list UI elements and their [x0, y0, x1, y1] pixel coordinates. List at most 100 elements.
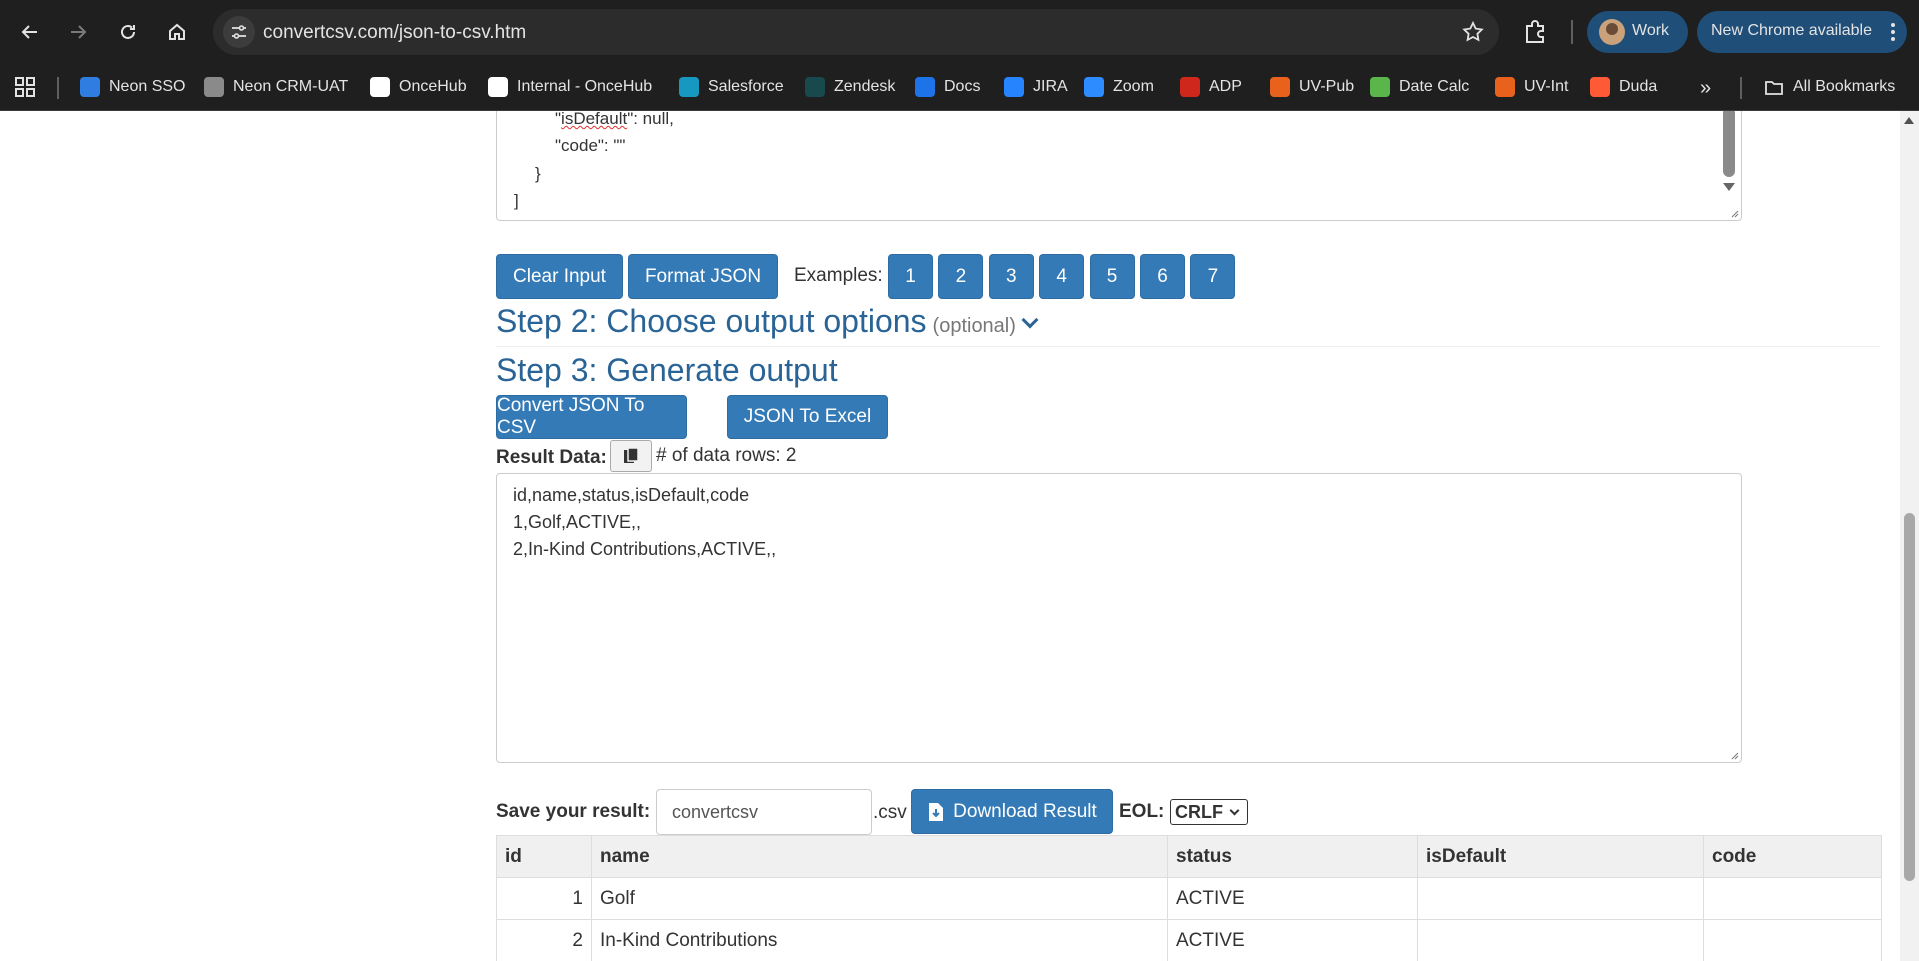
clipboard-icon: [624, 447, 639, 463]
result-data-label: Result Data:: [496, 447, 607, 468]
home-button[interactable]: [159, 14, 195, 50]
avatar: [1599, 19, 1625, 45]
scroll-down-icon[interactable]: [1723, 183, 1735, 191]
all-bookmarks[interactable]: All Bookmarks: [1764, 75, 1895, 99]
clear-input-button[interactable]: Clear Input: [496, 254, 623, 299]
json-line: }: [535, 164, 541, 183]
browser-toolbar: convertcsv.com/json-to-csv.htm Work New …: [0, 0, 1919, 64]
table-header[interactable]: id: [496, 835, 592, 878]
chrome-update-button[interactable]: New Chrome available: [1697, 11, 1907, 53]
toolbar-divider: [1571, 20, 1573, 44]
globe-icon: [204, 77, 224, 97]
step2-title[interactable]: Step 2: Choose output options (optional): [496, 303, 1039, 340]
bookmark-item[interactable]: Duda: [1590, 75, 1657, 99]
bookmark-item[interactable]: UV-Pub: [1270, 75, 1354, 99]
example-button[interactable]: 7: [1190, 254, 1236, 299]
bookmark-item[interactable]: Docs: [915, 75, 980, 99]
table-cell: ACTIVE: [1167, 877, 1418, 920]
bookmark-label: Neon SSO: [109, 78, 186, 95]
step2-title-text: Step 2: Choose output options: [496, 303, 927, 339]
extensions-icon[interactable]: [1519, 16, 1551, 48]
divider: [496, 346, 1880, 347]
table-cell: In-Kind Contributions: [591, 919, 1168, 961]
json-line: "code": "": [555, 136, 626, 155]
neon-icon: [80, 77, 100, 97]
chevron-down-icon: [1021, 311, 1039, 329]
bookmark-item[interactable]: UV-Int: [1495, 75, 1568, 99]
bookmark-item[interactable]: Neon CRM-UAT: [204, 75, 348, 99]
table-header[interactable]: status: [1167, 835, 1418, 878]
example-button[interactable]: 6: [1140, 254, 1185, 299]
page-scrollbar-thumb[interactable]: [1904, 513, 1915, 881]
bookmark-item[interactable]: Date Calc: [1370, 75, 1469, 99]
convert-json-to-csv-button[interactable]: Convert JSON To CSV: [496, 395, 687, 439]
site-info-icon[interactable]: [223, 16, 255, 48]
bookmark-item[interactable]: Zendesk: [805, 75, 895, 99]
data-rows-count: # of data rows: 2: [656, 445, 797, 466]
adp-icon: [1180, 77, 1200, 97]
bookmark-label: ADP: [1209, 78, 1242, 95]
reload-button[interactable]: [110, 14, 146, 50]
forward-button[interactable]: [60, 14, 96, 50]
table-header[interactable]: code: [1703, 835, 1882, 878]
resize-handle-icon[interactable]: [1729, 208, 1739, 218]
bookmark-item[interactable]: Neon SSO: [80, 75, 185, 99]
download-label: Download Result: [953, 800, 1097, 822]
oncehub-icon: [488, 77, 508, 97]
table-row: 2 In-Kind Contributions ACTIVE: [496, 919, 1882, 961]
all-bookmarks-label: All Bookmarks: [1793, 78, 1896, 95]
table-header[interactable]: isDefault: [1417, 835, 1704, 878]
bookmarks-divider: [57, 77, 59, 99]
home-icon: [169, 23, 185, 40]
uv-icon: [1270, 77, 1290, 97]
oncehub-icon: [370, 77, 390, 97]
json-input-textarea[interactable]: "isDefault": null, "code": "" } ]: [496, 111, 1742, 221]
result-line: id,name,status,isDefault,code: [513, 485, 750, 505]
bookmark-label: Date Calc: [1399, 78, 1470, 95]
bookmark-label: Neon CRM-UAT: [233, 78, 349, 95]
chevron-down-icon: [1229, 805, 1240, 815]
copy-result-button[interactable]: [610, 440, 652, 472]
bookmark-label: JIRA: [1033, 78, 1068, 95]
example-button[interactable]: 3: [988, 254, 1034, 299]
filename-input[interactable]: convertcsv: [656, 789, 872, 835]
more-bookmarks-icon[interactable]: »: [1700, 77, 1711, 100]
kebab-menu-icon: [1891, 23, 1895, 41]
textarea-scrollbar-thumb[interactable]: [1723, 111, 1735, 177]
zoom-icon: [1084, 77, 1104, 97]
example-button[interactable]: 5: [1089, 254, 1135, 299]
resize-handle-icon[interactable]: [1729, 750, 1739, 760]
bookmark-item[interactable]: ADP: [1180, 75, 1242, 99]
table-cell: [1417, 877, 1704, 920]
table-header[interactable]: name: [591, 835, 1168, 878]
json-line: "isDefault": null,: [555, 111, 674, 128]
profile-button[interactable]: Work: [1587, 11, 1688, 53]
eol-select[interactable]: CRLF: [1170, 799, 1248, 825]
bookmark-star-icon[interactable]: [1461, 20, 1485, 44]
result-textarea[interactable]: id,name,status,isDefault,code 1,Golf,ACTI…: [496, 473, 1742, 763]
json-line: ]: [514, 191, 519, 210]
back-button[interactable]: [12, 14, 48, 50]
example-button[interactable]: 2: [938, 254, 984, 299]
json-to-excel-button[interactable]: JSON To Excel: [727, 395, 888, 439]
bookmark-item[interactable]: Salesforce: [679, 75, 784, 99]
example-button[interactable]: 1: [888, 254, 933, 299]
bookmarks-divider: [1740, 77, 1742, 99]
page-scrollbar[interactable]: [1900, 111, 1919, 961]
table-cell: [1703, 919, 1882, 961]
scroll-up-icon[interactable]: [1904, 117, 1914, 124]
file-download-icon: [929, 802, 944, 821]
reload-icon: [121, 24, 135, 39]
bookmark-label: Internal - OnceHub: [517, 78, 653, 95]
table-row: 1 Golf ACTIVE: [496, 877, 1882, 920]
bookmark-item[interactable]: JIRA: [1004, 75, 1068, 99]
download-result-button[interactable]: Download Result: [911, 789, 1113, 834]
format-json-button[interactable]: Format JSON: [628, 254, 778, 299]
arrow-right-icon: [71, 25, 87, 39]
bookmark-item[interactable]: Zoom: [1084, 75, 1154, 99]
address-bar[interactable]: convertcsv.com/json-to-csv.htm: [213, 9, 1499, 55]
bookmark-item[interactable]: Internal - OnceHub: [488, 75, 652, 99]
bookmark-item[interactable]: OnceHub: [370, 75, 467, 99]
example-button[interactable]: 4: [1039, 254, 1085, 299]
apps-grid-icon[interactable]: [14, 76, 36, 98]
